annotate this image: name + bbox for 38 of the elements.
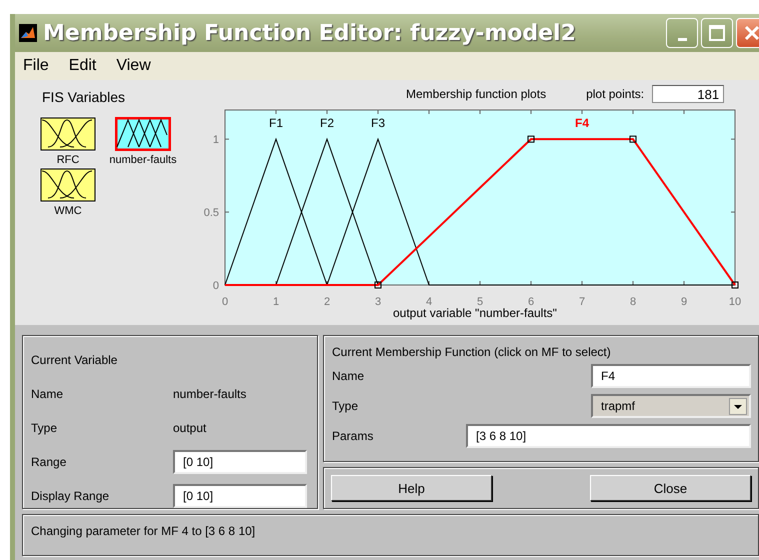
- mf-label: F4: [575, 116, 589, 130]
- window-title: Membership Function Editor: fuzzy-model2: [43, 20, 577, 46]
- variable-name: number-faults: [173, 387, 248, 401]
- axis-label: output variable "number-faults": [393, 306, 558, 320]
- plot-title: Membership function plots: [406, 87, 546, 101]
- status-text: Changing parameter for MF 4 to [3 6 8 10]: [31, 524, 256, 538]
- field-label: Name: [31, 387, 64, 401]
- tick-label: 10: [728, 296, 742, 308]
- field-label: Range: [31, 455, 68, 469]
- mf-label: F1: [269, 116, 283, 130]
- variable-label: number-faults: [109, 154, 177, 166]
- field-label: Type: [31, 421, 58, 435]
- tick-label: 2: [324, 296, 330, 308]
- tick-label: 8: [630, 296, 636, 308]
- mf-label: F3: [371, 116, 385, 130]
- mf-label: F2: [320, 116, 334, 130]
- variable-type: output: [173, 421, 208, 435]
- tick-label: 3: [374, 296, 382, 308]
- tick-label: 6: [528, 296, 534, 308]
- tick-label: 1: [272, 296, 280, 308]
- panel-title: Current Variable: [31, 353, 118, 367]
- tick-label: 0: [212, 280, 219, 292]
- field-label: Name: [332, 369, 366, 383]
- tick-label: 5: [476, 296, 484, 308]
- panel-title: Current Membership Function (click on MF to select): [332, 345, 612, 359]
- tick-label: 4: [426, 296, 432, 308]
- field-label: Type: [332, 399, 360, 413]
- field-label: plot points:: [586, 87, 644, 101]
- field-label: Display Range: [31, 489, 110, 503]
- section-title: FIS Variables: [42, 89, 126, 105]
- field-label: Params: [332, 429, 374, 443]
- variable-label: RFC: [56, 154, 80, 166]
- tick-label: 0.5: [204, 207, 219, 220]
- tick-label: 1: [212, 134, 219, 146]
- tick-label: 0: [222, 296, 228, 308]
- tick-label: 9: [680, 296, 688, 308]
- tick-label: 7: [578, 296, 586, 308]
- variable-label: WMC: [54, 205, 82, 217]
